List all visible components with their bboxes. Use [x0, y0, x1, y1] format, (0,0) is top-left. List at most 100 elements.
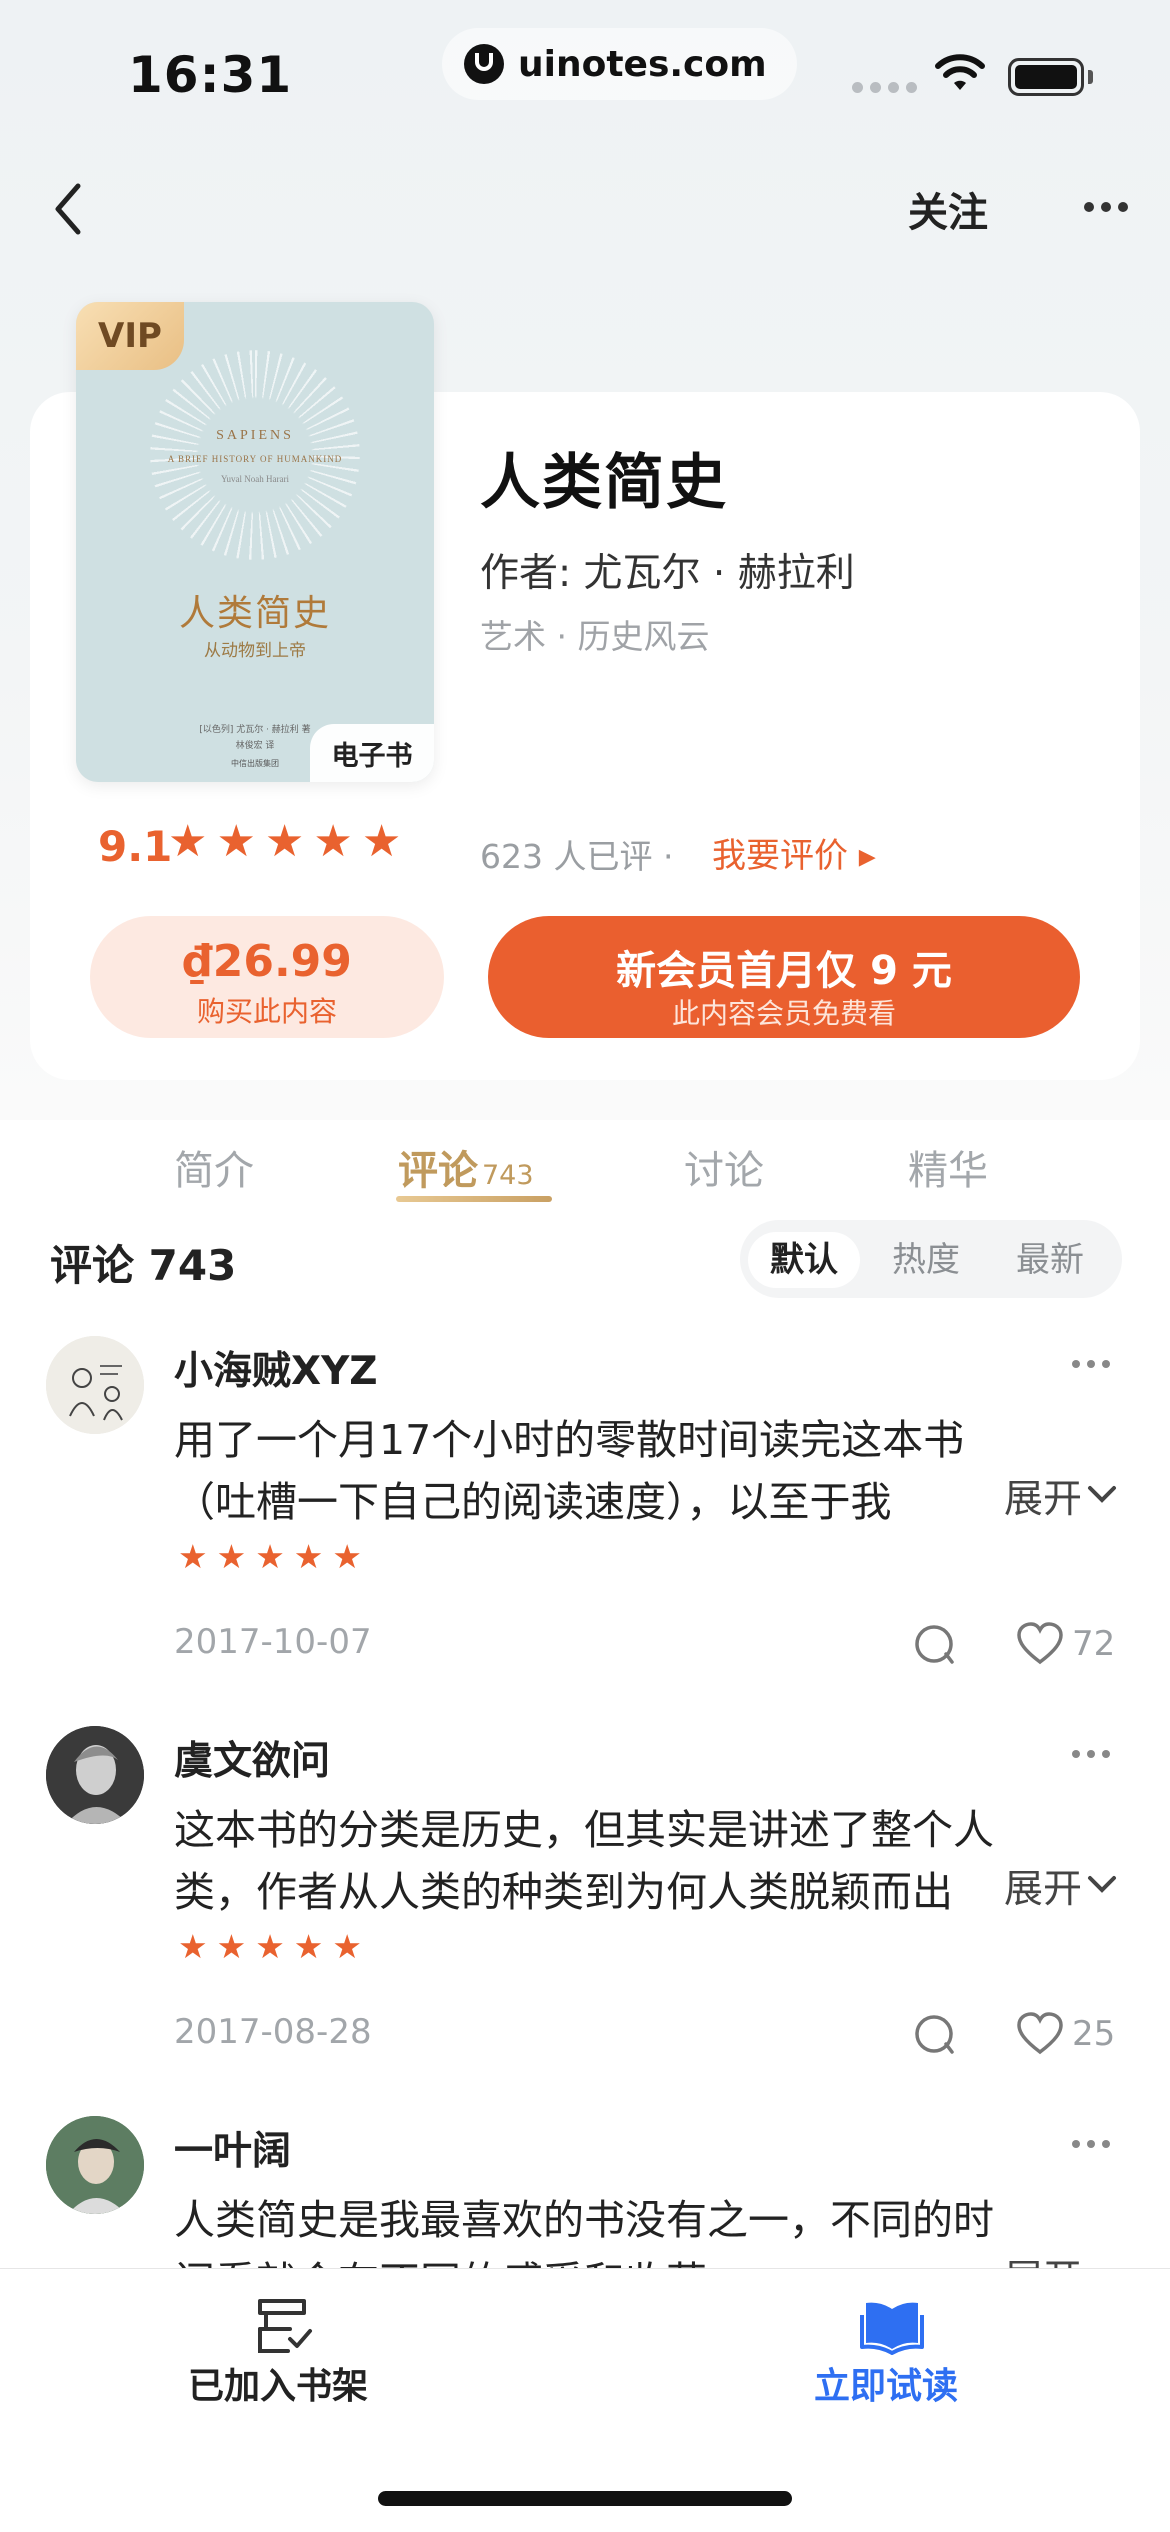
- rate-link[interactable]: 我要评价 ▸: [712, 828, 876, 877]
- battery-icon: [1008, 58, 1084, 96]
- comment-stars: ★ ★ ★ ★ ★: [178, 1930, 362, 1963]
- comment-more-icon[interactable]: [1072, 2140, 1110, 2148]
- avatar-photo-icon: [46, 2116, 144, 2214]
- follow-button[interactable]: 关注: [908, 180, 988, 238]
- comment-text-line1[interactable]: 这本书的分类是历史，但其实是讲述了整个人: [174, 1796, 1094, 1856]
- avatar[interactable]: [46, 2116, 144, 2214]
- star-icon: ★: [361, 816, 402, 867]
- status-time: 16:31: [128, 46, 293, 104]
- book-cover[interactable]: SAPIENS A BRIEF HISTORY OF HUMANKIND Yuv…: [76, 302, 434, 782]
- status-bar: 16:31 uinotes.com: [0, 0, 1170, 150]
- like-count: 25: [1072, 2014, 1116, 2054]
- more-icon[interactable]: [1084, 202, 1128, 212]
- book-title: 人类简史: [480, 448, 728, 518]
- comment-text-line1[interactable]: 人类简史是我最喜欢的书没有之一，不同的时: [174, 2186, 1094, 2246]
- member-button[interactable]: 新会员首月仅 9 元 此内容会员免费看: [488, 916, 1080, 1038]
- url-text: uinotes.com: [518, 43, 767, 85]
- buy-button[interactable]: ₫26.99 购买此内容: [90, 916, 444, 1038]
- star-icon: ★: [255, 1537, 285, 1576]
- reply-icon[interactable]: [912, 2012, 958, 2058]
- cover-title-en: SAPIENS: [216, 428, 294, 443]
- cover-subtitle-zh: 从动物到上帝: [204, 641, 306, 661]
- bottom-action-bar: 已加入书架 立即试读: [0, 2268, 1170, 2532]
- comment-text-line2[interactable]: 类，作者从人类的种类到为何人类脱颖而出: [174, 1858, 974, 1918]
- comment-expand-button[interactable]: 展开: [980, 1858, 1083, 1914]
- bookshelf-icon[interactable]: [250, 2295, 314, 2357]
- wifi-icon: [935, 54, 985, 90]
- cover-title-zh: 人类简史: [178, 593, 331, 634]
- star-icon: ★: [293, 1537, 324, 1576]
- buy-subtitle: 购买此内容: [196, 995, 337, 1028]
- sort-default[interactable]: 默认: [748, 1232, 860, 1288]
- comment-username[interactable]: 小海贼XYZ: [174, 1340, 378, 1396]
- comment-item: 小海贼XYZ 用了一个月17个小时的零散时间读完这本书 （吐槽一下自己的阅读速度…: [0, 1336, 1170, 1676]
- comment-text-line1[interactable]: 用了一个月17个小时的零散时间读完这本书: [174, 1406, 1094, 1466]
- comment-text-line2[interactable]: （吐槽一下自己的阅读速度），以至于我: [174, 1468, 974, 1528]
- avatar-sketch-icon: [46, 1336, 144, 1434]
- battery-tip: [1088, 70, 1093, 84]
- reply-icon[interactable]: [912, 1622, 958, 1668]
- tab-discussion-label: 讨论: [684, 1148, 764, 1194]
- tab-highlights-label: 精华: [908, 1148, 988, 1194]
- comment-stars: ★ ★ ★ ★ ★: [178, 1540, 362, 1573]
- member-title: 新会员首月仅 9 元: [616, 948, 952, 994]
- comment-expand-button[interactable]: 展开: [980, 1468, 1083, 1524]
- open-book-icon[interactable]: [858, 2295, 926, 2357]
- avatar[interactable]: [46, 1336, 144, 1434]
- star-icon: ★: [178, 1537, 208, 1576]
- comment-username[interactable]: 一叶阔: [174, 2120, 291, 2176]
- tab-active-underline: [396, 1196, 552, 1202]
- star-icon: ★: [216, 1537, 247, 1576]
- comments-title: 评论 743: [50, 1241, 237, 1290]
- star-icon: ★: [264, 816, 305, 867]
- ebook-badge: 电子书: [310, 724, 434, 782]
- sort-toggle: 默认 热度 最新: [740, 1220, 1122, 1298]
- chevron-down-icon[interactable]: [1084, 1866, 1120, 1902]
- comment-date: 2017-08-28: [174, 2012, 372, 2052]
- bookshelf-label[interactable]: 已加入书架: [188, 2357, 368, 2409]
- comment-item: 一叶阔 人类简史是我最喜欢的书没有之一，不同的时 间看就会有不同的感受和收获 展…: [0, 2116, 1170, 2306]
- like-icon[interactable]: [1016, 1622, 1064, 1666]
- like-count: 72: [1072, 1624, 1116, 1664]
- tab-comments[interactable]: 评论 743: [398, 1138, 534, 1196]
- comment-more-icon[interactable]: [1072, 1360, 1110, 1368]
- comment-date: 2017-10-07: [174, 1622, 372, 1662]
- sort-latest[interactable]: 最新: [994, 1232, 1106, 1288]
- rating-score: 9.1: [98, 822, 173, 871]
- star-icon: ★: [332, 1927, 362, 1966]
- tab-intro-label: 简介: [174, 1148, 254, 1194]
- tab-discussion[interactable]: 讨论: [684, 1138, 764, 1196]
- back-icon[interactable]: [46, 178, 92, 240]
- signal-icon: [852, 82, 917, 93]
- book-category[interactable]: 艺术 · 历史风云: [480, 610, 709, 658]
- buy-price: ₫26.99: [182, 936, 352, 987]
- star-icon: ★: [216, 1927, 247, 1966]
- rating-stars: ★ ★ ★ ★ ★: [168, 820, 401, 864]
- tab-comments-count: 743: [482, 1160, 534, 1191]
- avatar[interactable]: [46, 1726, 144, 1824]
- tab-intro[interactable]: 简介: [174, 1138, 254, 1196]
- sort-hot[interactable]: 热度: [870, 1232, 982, 1288]
- cover-author-en: Yuval Noah Harari: [221, 474, 289, 484]
- url-pill[interactable]: uinotes.com: [442, 28, 797, 100]
- star-icon: ★: [332, 1537, 362, 1576]
- member-subtitle: 此内容会员免费看: [671, 997, 896, 1030]
- comment-item: 虞文欲问 这本书的分类是历史，但其实是讲述了整个人 类，作者从人类的种类到为何人…: [0, 1726, 1170, 2066]
- rating-count: 623 人已评 ·: [480, 837, 674, 876]
- comment-username[interactable]: 虞文欲问: [174, 1730, 330, 1786]
- site-logo-icon: [464, 44, 504, 84]
- like-icon[interactable]: [1016, 2012, 1064, 2056]
- vip-badge: VIP: [76, 302, 184, 370]
- try-read-label[interactable]: 立即试读: [814, 2357, 958, 2409]
- avatar-portrait-icon: [46, 1726, 144, 1824]
- comment-more-icon[interactable]: [1072, 1750, 1110, 1758]
- star-icon: ★: [168, 816, 208, 867]
- tab-comments-label: 评论: [398, 1148, 478, 1194]
- star-icon: ★: [255, 1927, 285, 1966]
- tab-highlights[interactable]: 精华: [908, 1138, 988, 1196]
- cover-subtitle-en: A BRIEF HISTORY OF HUMANKIND: [167, 454, 343, 464]
- star-icon: ★: [293, 1927, 324, 1966]
- book-author[interactable]: 作者: 尤瓦尔 · 赫拉利: [480, 542, 855, 598]
- chevron-down-icon[interactable]: [1084, 1476, 1120, 1512]
- star-icon: ★: [216, 816, 256, 867]
